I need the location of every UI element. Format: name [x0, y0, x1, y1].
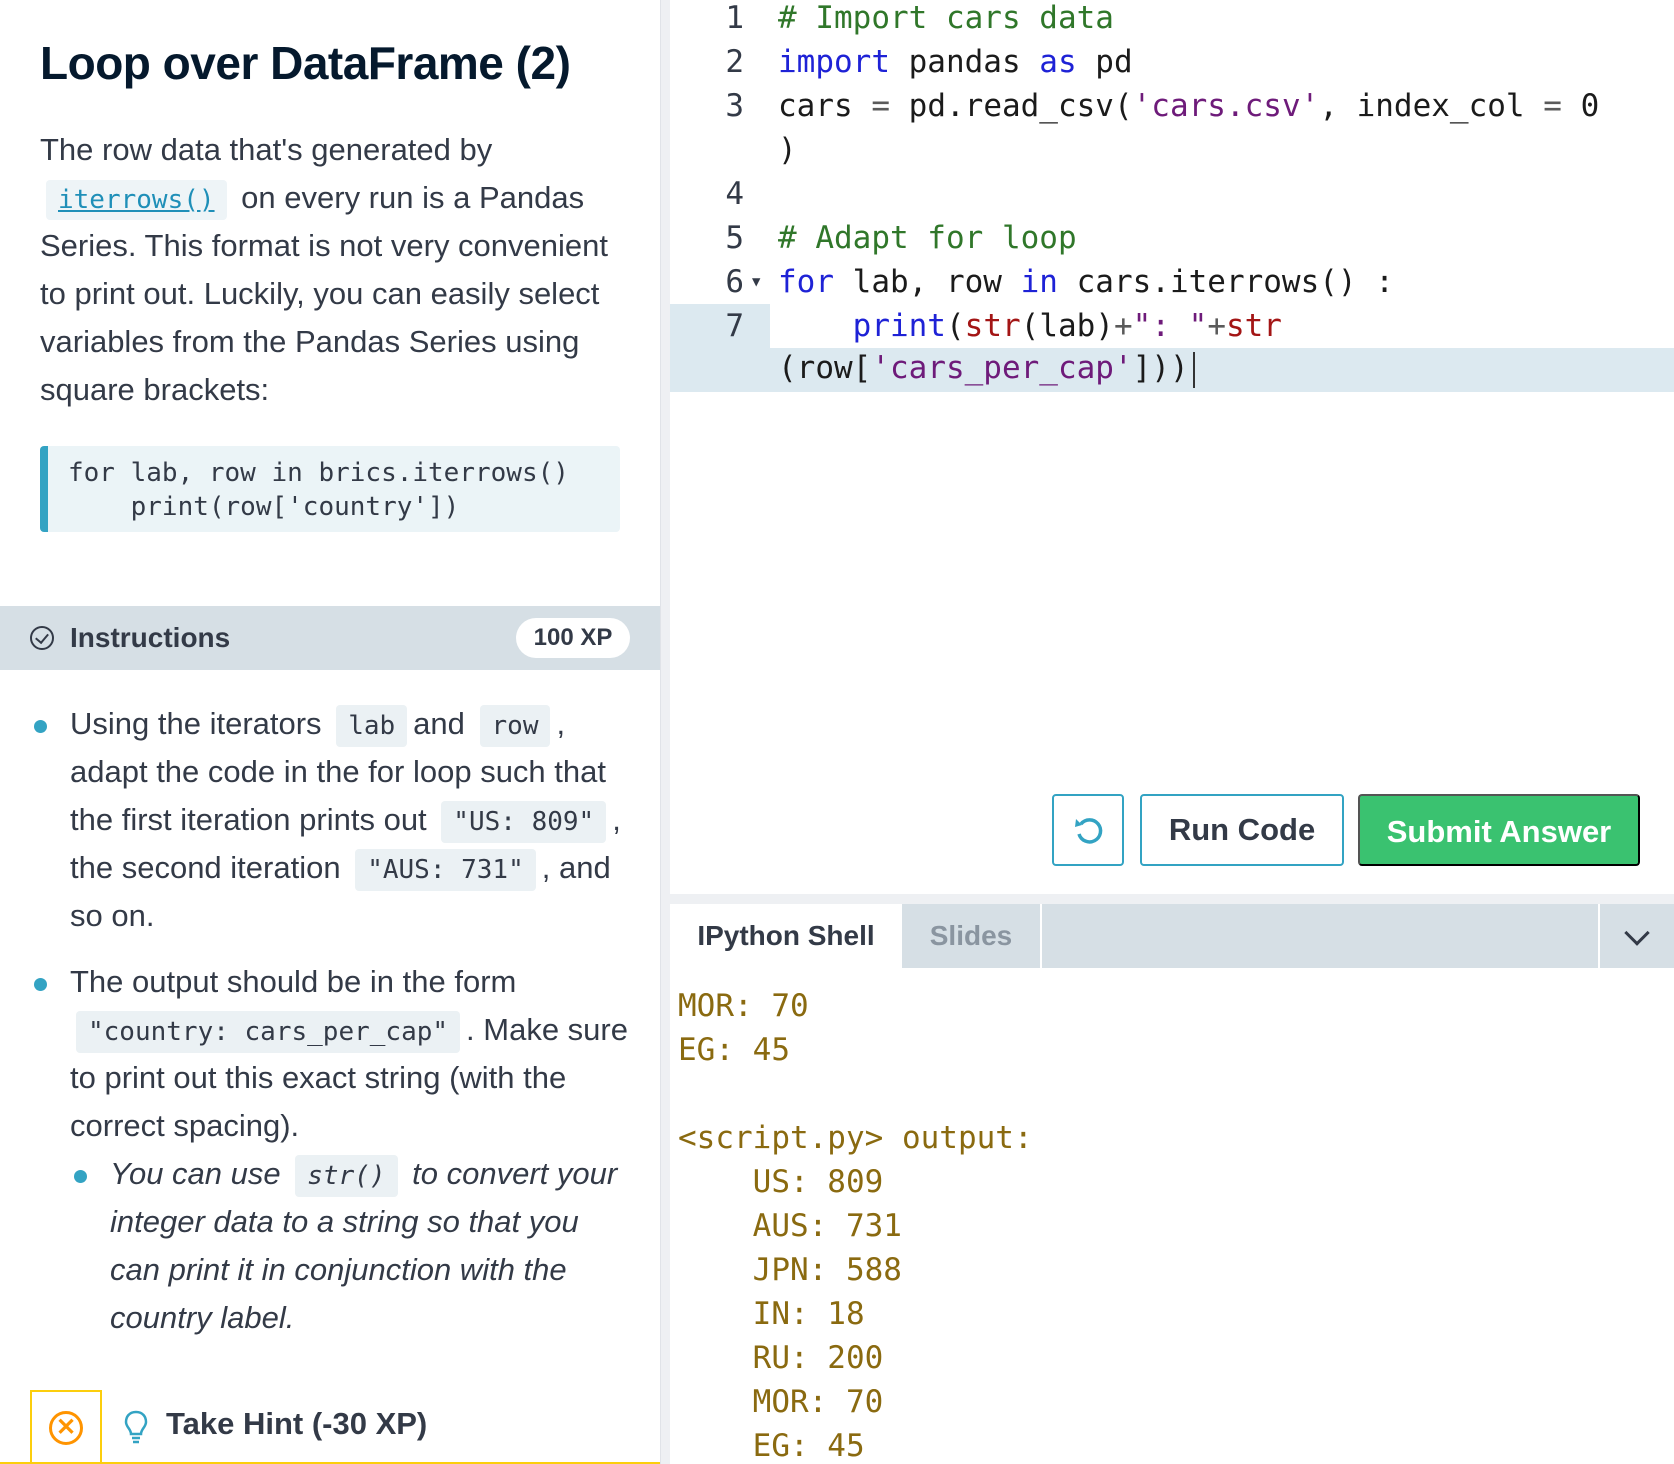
code-lab: lab [336, 705, 408, 747]
code-line-2: import pandas as pd [778, 44, 1133, 80]
run-code-button[interactable]: Run Code [1140, 794, 1344, 866]
instruction-text: Using the iterators [70, 706, 322, 741]
code-line-7: print(str(lab)+": "+str [852, 308, 1282, 344]
instructions-header: Instructions 100 XP [0, 606, 660, 670]
intro-text-before: The row data that's generated by [40, 132, 493, 167]
hint-bar: ✕ Take Hint (-30 XP) [0, 1390, 660, 1464]
instruction-text: and [413, 706, 465, 741]
iterrows-doc-link[interactable]: iterrows() [46, 180, 227, 220]
line-number: 4 [725, 176, 744, 212]
tab-ipython-shell[interactable]: IPython Shell [670, 904, 902, 968]
console-tabs: IPython Shell Slides [670, 904, 1674, 968]
workspace-panel: 1 2 3 4 5 6 ▼ 7 # Import cars data impor… [670, 0, 1674, 1464]
dismiss-hint-button[interactable]: ✕ [30, 1390, 102, 1464]
code-output-format: "country: cars_per_cap" [76, 1011, 461, 1053]
line-number: 2 [725, 44, 744, 80]
line-number: 3 [725, 88, 744, 124]
code-line-1: # Import cars data [778, 0, 1114, 36]
code-line-3-wrap: ) [778, 132, 797, 168]
exercise-panel: Loop over DataFrame (2) The row data tha… [0, 0, 660, 1464]
code-row: row [479, 705, 551, 747]
code-line-7-wrap: (row['cars_per_cap'])) [778, 350, 1195, 388]
tab-slides[interactable]: Slides [902, 904, 1042, 968]
submit-answer-button[interactable]: Submit Answer [1358, 794, 1640, 866]
line-number: 1 [725, 0, 744, 36]
instruction-text: You can use [110, 1156, 281, 1191]
code-line-6: for lab, row in cars.iterrows() : [778, 264, 1394, 300]
lightbulb-icon [124, 1410, 148, 1444]
exercise-intro: The row data that's generated by iterrow… [40, 126, 630, 414]
take-hint-button[interactable]: Take Hint (-30 XP) [166, 1406, 427, 1442]
xp-badge: 100 XP [516, 618, 630, 658]
console-divider[interactable] [670, 894, 1674, 904]
reset-code-button[interactable] [1052, 794, 1124, 866]
code-aus-output: "AUS: 731" [355, 849, 536, 891]
chevron-down-icon [1624, 920, 1650, 946]
text-cursor [1192, 351, 1195, 388]
instruction-item: The output should be in the form "countr… [30, 958, 630, 1342]
shell-output: MOR: 70 EG: 45 <script.py> output: US: 8… [678, 988, 1033, 1464]
check-circle-icon [30, 626, 54, 650]
panel-splitter[interactable] [660, 0, 670, 1464]
undo-icon [1075, 818, 1103, 844]
code-line-5: # Adapt for loop [778, 220, 1077, 256]
line-number: 6 [725, 264, 744, 300]
code-us-output: "US: 809" [441, 801, 607, 843]
instructions-label: Instructions [70, 622, 231, 653]
line-number: 7 [725, 308, 744, 344]
exercise-title: Loop over DataFrame (2) [40, 37, 571, 89]
example-code-block: for lab, row in brics.iterrows() print(r… [40, 446, 620, 532]
code-line-3: cars = pd.read_csv('cars.csv', index_col… [778, 88, 1600, 124]
code-str: str() [295, 1155, 398, 1197]
instruction-item: Using the iterators lab and row, adapt th… [30, 700, 630, 940]
code-editor[interactable]: 1 2 3 4 5 6 ▼ 7 # Import cars data impor… [670, 0, 1674, 780]
close-icon: ✕ [49, 1411, 83, 1445]
fold-arrow-icon[interactable]: ▼ [752, 274, 760, 290]
instruction-text: The output should be in the form [70, 964, 517, 999]
instruction-subitem: You can use str() to convert your intege… [70, 1150, 630, 1342]
collapse-console-button[interactable] [1598, 904, 1674, 968]
instructions-list: Using the iterators lab and row, adapt th… [30, 700, 630, 1360]
line-number: 5 [725, 220, 744, 256]
